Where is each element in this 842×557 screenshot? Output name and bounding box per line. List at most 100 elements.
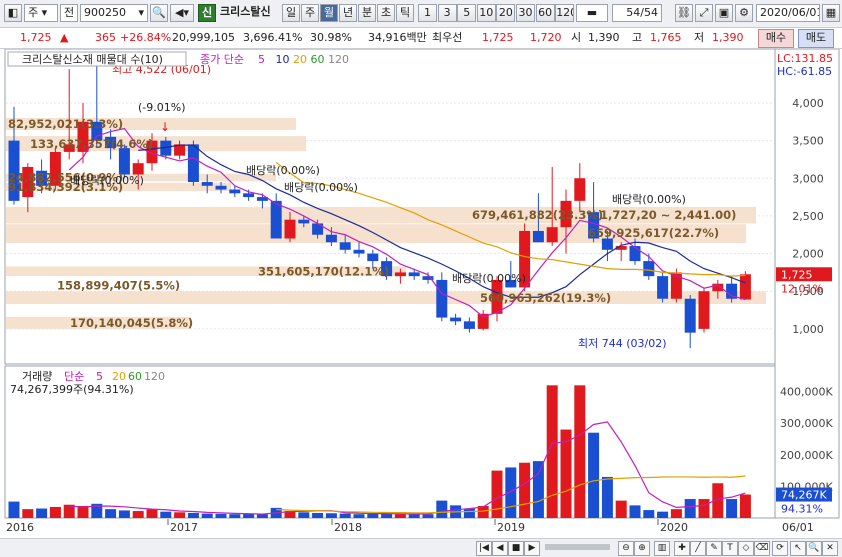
period-button-4[interactable]: 분 (358, 4, 376, 22)
period-button-3[interactable]: 년 (339, 4, 357, 22)
band-label-10: 170,140,045(5.8%) (70, 316, 193, 330)
high-price: 1,765 (650, 31, 682, 44)
speaker-icon[interactable]: ◀▾ (170, 4, 194, 22)
save-icon[interactable]: ▣ (715, 4, 733, 22)
date-input[interactable]: 2020/06/01 (756, 4, 820, 22)
interval-button-120[interactable]: 120 (555, 4, 575, 22)
band-label-8: 158,899,407(5.5%) (57, 279, 180, 293)
stock-code-input[interactable]: 900250 ▾ (80, 4, 148, 22)
best-quote-label: 최우선 (432, 31, 463, 44)
search-icon[interactable]: 🔍 (806, 541, 822, 556)
link-icon[interactable]: ⛓ (675, 4, 693, 22)
volume-bar (312, 512, 324, 518)
price-change-pct: +26.84% (120, 31, 172, 44)
stock-chart[interactable]: 82,952,021(3.3%)133,637,357(4.6%)24,882,… (0, 49, 842, 538)
volume-bar (601, 476, 613, 518)
volume-bar (657, 511, 669, 518)
candle-body (270, 200, 282, 239)
sell-button[interactable]: 매도 (798, 29, 834, 48)
volume-legend-ma: 단순 (64, 370, 84, 383)
zoom-out-icon[interactable]: ⊖ (618, 541, 634, 556)
price-change: 365 (95, 31, 116, 44)
interval-button-60[interactable]: 60 (535, 4, 555, 22)
volume-bar (574, 385, 586, 518)
x-axis-label: 06/01 (782, 521, 814, 534)
volume-legend-period: 120 (144, 370, 165, 383)
candle-body (394, 272, 406, 277)
pointer-icon[interactable]: ↖ (790, 541, 806, 556)
price-axis-tick: 3,000 (792, 172, 824, 185)
chart-tool-icon[interactable]: ⤢ (695, 4, 713, 22)
candle-body (201, 182, 213, 186)
shape-tool-icon[interactable]: ◇ (738, 541, 754, 556)
stop-icon[interactable]: ■ (508, 541, 524, 556)
dividend-label-0: 배당락(0.00%) (70, 174, 144, 187)
interval-button-10[interactable]: 10 (476, 4, 496, 22)
chart-type-value: 주 (28, 6, 39, 19)
volume-bar (325, 513, 337, 518)
volume-bar (146, 509, 158, 518)
last-price-value: 1,725 (781, 268, 813, 281)
text-tool-icon[interactable]: T (722, 541, 738, 556)
band-label-6: 659,925,617(22.7%) (588, 226, 719, 240)
ruler-icon[interactable]: ╱ (690, 541, 706, 556)
scroll-start-icon[interactable]: |◀ (476, 541, 492, 556)
period-button-1[interactable]: 주 (301, 4, 319, 22)
buy-button[interactable]: 매수 (758, 29, 794, 48)
volume-bar (36, 508, 48, 518)
volume-bar (588, 432, 600, 518)
turnover-rate: 30.98% (310, 31, 352, 44)
best-ask: 1,725 (482, 31, 514, 44)
search-icon[interactable]: 🔍 (150, 4, 168, 22)
zoom-in-icon[interactable]: ⊕ (634, 541, 650, 556)
interval-button-1[interactable]: 1 (418, 4, 437, 22)
eraser-icon[interactable]: ⌫ (754, 541, 770, 556)
volume-bar (684, 499, 696, 518)
calendar-icon[interactable]: ▦ (822, 4, 840, 22)
band-label-4: 679,461,882(23.3%) (472, 208, 603, 222)
candle-body (284, 219, 296, 239)
period-button-6[interactable]: 틱 (396, 4, 414, 22)
pen-icon[interactable]: ✎ (706, 541, 722, 556)
band-label-1: 133,637,357(4.6%) (30, 137, 153, 151)
chart-type-select[interactable]: 주 ▾ (24, 4, 58, 22)
volume-bar (643, 510, 655, 518)
low-marker: 최저 744 (03/02) (578, 337, 667, 350)
scroll-track[interactable] (545, 544, 610, 550)
close-icon[interactable]: ✕ (822, 541, 838, 556)
down-arrow-icon: ↓ (160, 120, 170, 134)
interval-button-20[interactable]: 20 (496, 4, 516, 22)
trade-volume: 20,999,105 (172, 31, 235, 44)
interval-button-5[interactable]: 5 (457, 4, 477, 22)
market-button[interactable]: 전 (60, 4, 78, 22)
period-button-2[interactable]: 월 (320, 4, 338, 22)
period-button-5[interactable]: 초 (377, 4, 395, 22)
price-axis-tick: 2,000 (792, 248, 824, 261)
candle-body (546, 227, 558, 243)
scroll-left-icon[interactable]: ◀ (492, 541, 508, 556)
volume-axis-tick: 200,000K (780, 449, 833, 462)
band-label-5: 1,727,20 ~ 2,441.00) (600, 208, 736, 222)
interval-button-3[interactable]: 3 (437, 4, 457, 22)
candle-body (629, 246, 641, 262)
scroll-right-icon[interactable]: ▶ (524, 541, 540, 556)
refresh-icon[interactable]: ⟳ (772, 541, 788, 556)
volume-bar (408, 514, 420, 518)
volume-bar (436, 500, 448, 518)
interval-button-30[interactable]: 30 (516, 4, 535, 22)
credit-badge: 신 (198, 4, 216, 22)
toggle-icon[interactable]: ▥ (654, 541, 670, 556)
volume-legend-title: 거래량 (22, 370, 52, 383)
best-bid: 1,720 (530, 31, 562, 44)
scroll-slider[interactable]: ▬ (576, 4, 608, 22)
candle-body (574, 178, 586, 201)
volume-legend-period: 20 (112, 370, 126, 383)
volume-bar (629, 505, 641, 518)
candle-body (215, 185, 227, 190)
period-button-0[interactable]: 일 (282, 4, 300, 22)
x-axis-label: 2017 (170, 521, 198, 534)
dividend-label-1: 배당락(0.00%) (246, 164, 320, 177)
gear-icon[interactable]: ⚙ (735, 4, 753, 22)
crosshair-icon[interactable]: ✚ (674, 541, 690, 556)
window-menu-icon[interactable]: ◧ (4, 4, 22, 22)
